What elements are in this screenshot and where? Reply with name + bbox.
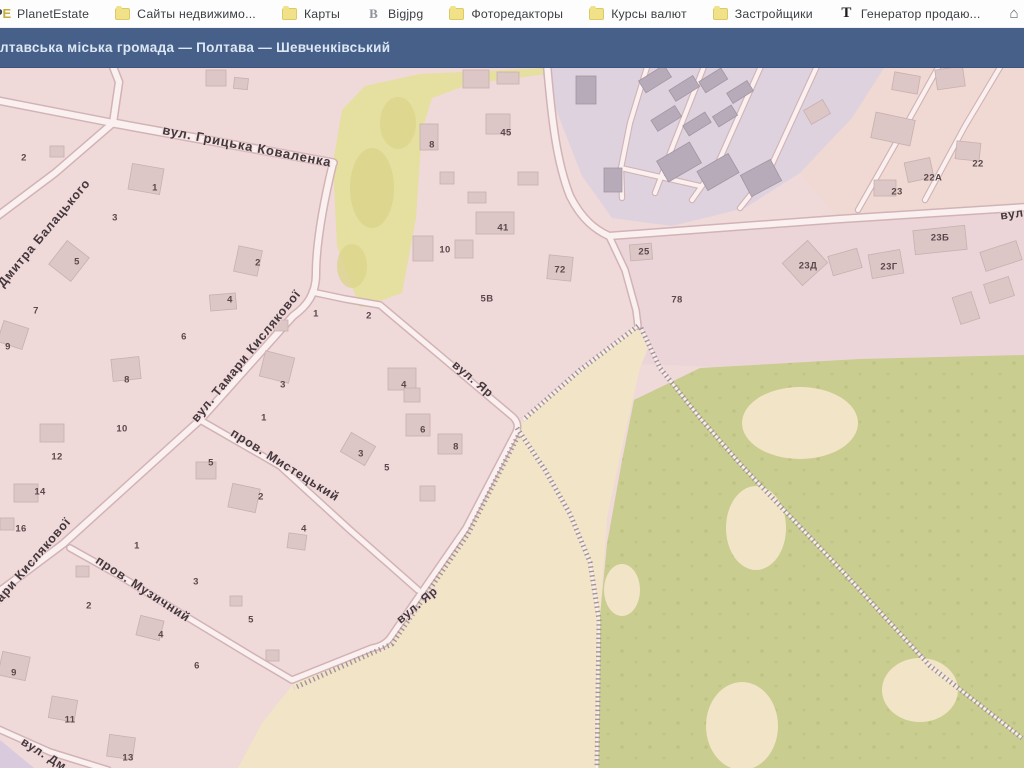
letter-b-icon: B <box>366 6 381 21</box>
bookmark-item[interactable]: T Генератор продаю... <box>839 6 981 21</box>
clearing-patch <box>706 682 778 768</box>
home-icon: ⌂ <box>1006 6 1021 21</box>
bookmark-item[interactable]: PE PlanetEstate <box>0 6 89 21</box>
breadcrumb: лтавська міська громада — Полтава — Шевч… <box>0 40 390 55</box>
folder-icon <box>713 8 728 20</box>
letter-t-icon: T <box>839 6 854 21</box>
scrub-patch <box>380 97 416 149</box>
bookmark-label: Фоторедакторы <box>471 7 563 21</box>
folder-icon <box>589 8 604 20</box>
bookmark-label: Генератор продаю... <box>861 7 981 21</box>
clearing-patch <box>742 387 858 459</box>
bookmark-label: Bigjpg <box>388 7 423 21</box>
bookmark-label: Карты <box>304 7 340 21</box>
bookmark-item[interactable]: Сайты недвижимо... <box>115 7 256 21</box>
bookmark-item[interactable]: B Bigjpg <box>366 6 423 21</box>
bookmark-item[interactable]: ⌂Сайт который пом... <box>1006 6 1024 21</box>
bookmark-label: Курсы валют <box>611 7 687 21</box>
clearing-patch <box>882 658 958 722</box>
bookmark-label: Застройщики <box>735 7 813 21</box>
bookmarks-bar: PE PlanetEstate Сайты недвижимо... Карты B Bi… <box>0 0 1024 28</box>
pe-logo-icon: PE <box>0 6 10 21</box>
bookmark-label: Сайты недвижимо... <box>137 7 256 21</box>
clearing-patch <box>726 486 786 570</box>
clearing-patch <box>604 564 640 616</box>
map-canvas[interactable]: вул. Грицька КоваленкаДмитра Балацькогов… <box>0 68 1024 768</box>
folder-icon <box>282 8 297 20</box>
page-header: лтавська міська громада — Полтава — Шевч… <box>0 28 1024 68</box>
map-svg <box>0 68 1024 768</box>
bookmark-item[interactable]: Фоторедакторы <box>449 7 563 21</box>
bookmark-item[interactable]: Застройщики <box>713 7 813 21</box>
bookmark-label: PlanetEstate <box>17 7 89 21</box>
folder-icon <box>115 8 130 20</box>
scrub-patch <box>350 148 394 228</box>
bookmark-item[interactable]: Карты <box>282 7 340 21</box>
folder-icon <box>449 8 464 20</box>
scrub-patch <box>337 244 367 288</box>
bookmark-item[interactable]: Курсы валют <box>589 7 687 21</box>
